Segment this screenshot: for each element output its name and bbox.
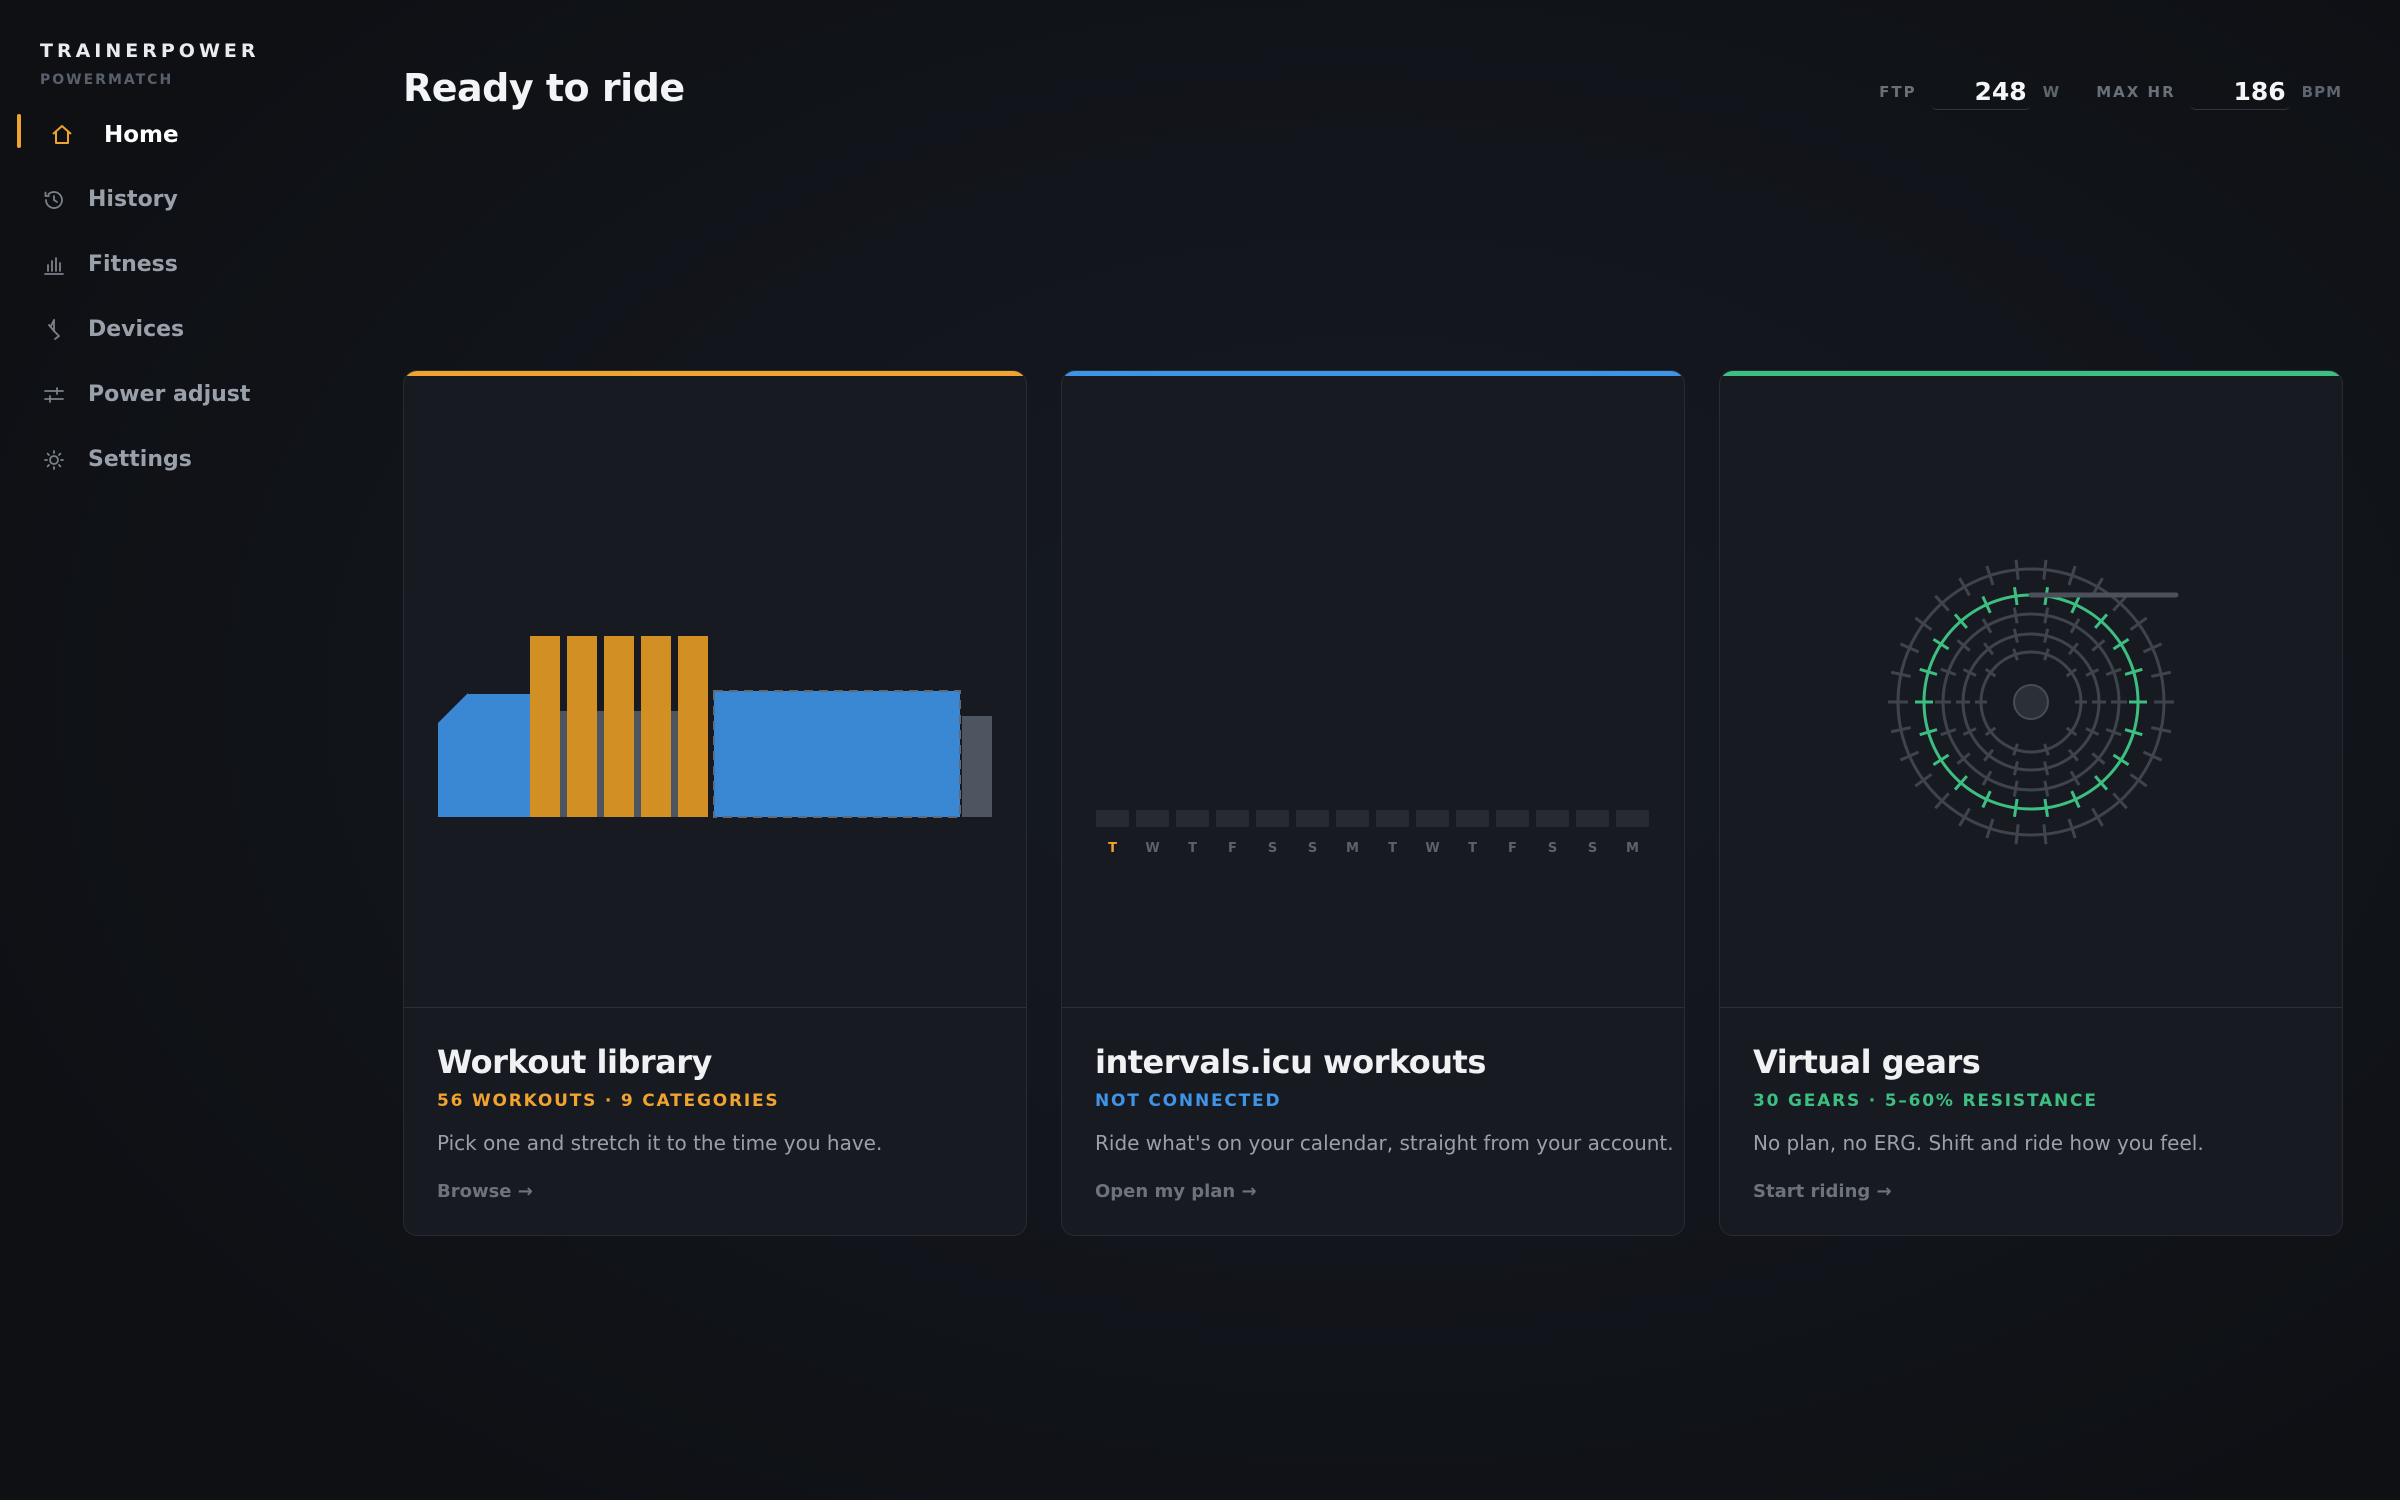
bluetooth-icon [42, 318, 66, 342]
calendar-day-label: F [1508, 841, 1517, 856]
gear-icon [42, 448, 66, 472]
nav-label: Settings [88, 447, 192, 472]
calendar-day-label: S [1308, 841, 1317, 856]
calendar-illustration: TWTFSSMTWTFSSM [1062, 376, 1684, 1008]
calendar-day-label: T [1108, 841, 1117, 856]
brand: TRAINERPOWER POWERMATCH [40, 40, 260, 88]
nav: Home History Fitness Devices Power adjus… [0, 102, 360, 492]
calendar-day-cell [1336, 810, 1369, 827]
calendar-day-cell [1256, 810, 1289, 827]
ftp-unit: W [2042, 83, 2061, 101]
browse-link[interactable]: Browse → [437, 1181, 533, 1202]
card-subtitle: NOT CONNECTED [1095, 1091, 1282, 1111]
calendar-day-label: M [1346, 841, 1359, 856]
calendar-day-label: S [1588, 841, 1597, 856]
nav-item-settings[interactable]: Settings [0, 427, 360, 492]
home-icon [50, 123, 74, 147]
calendar-strip: TWTFSSMTWTFSSM [1096, 810, 1649, 856]
calendar-day-label: T [1188, 841, 1197, 856]
calendar-day-label: M [1626, 841, 1639, 856]
sidebar: TRAINERPOWER POWERMATCH Home History Fit… [0, 0, 360, 1500]
calendar-day-cell [1176, 810, 1209, 827]
page-title: Ready to ride [403, 66, 685, 110]
nav-label: Power adjust [88, 382, 251, 407]
max-hr-label: MAX HR [2096, 83, 2176, 101]
nav-item-home[interactable]: Home [0, 102, 360, 167]
calendar-day-cell [1536, 810, 1569, 827]
calendar-day-cell [1296, 810, 1329, 827]
nav-label: Fitness [88, 252, 178, 277]
nav-item-devices[interactable]: Devices [0, 297, 360, 362]
cassette-gears [1888, 559, 2179, 845]
calendar-day-cell [1576, 810, 1609, 827]
ftp-input[interactable]: 248 [1930, 74, 2031, 110]
card-subtitle: 30 GEARS · 5–60% RESISTANCE [1753, 1091, 2098, 1111]
ftp-label: FTP [1879, 83, 1917, 101]
workout-library-card[interactable]: Workout library 56 WORKOUTS · 9 CATEGORI… [403, 370, 1027, 1236]
open-plan-link[interactable]: Open my plan → [1095, 1181, 1257, 1202]
workout-profile-illustration [404, 376, 1026, 1008]
calendar-day-label: T [1388, 841, 1397, 856]
calendar-day-label: W [1425, 841, 1439, 856]
sliders-icon [42, 383, 66, 407]
history-icon [42, 188, 66, 212]
brand-subtitle: POWERMATCH [40, 72, 174, 88]
nav-item-history[interactable]: History [0, 167, 360, 232]
max-hr-unit: BPM [2301, 83, 2342, 101]
calendar-day-label: S [1548, 841, 1557, 856]
cassette-illustration [1720, 376, 2342, 1008]
card-description: Ride what's on your calendar, straight f… [1095, 1131, 1674, 1155]
nav-label: Devices [88, 317, 185, 342]
calendar-day-label: W [1145, 841, 1159, 856]
bar-chart-icon [42, 253, 66, 277]
card-description: No plan, no ERG. Shift and ride how you … [1753, 1131, 2204, 1155]
calendar-day-cell [1216, 810, 1249, 827]
nav-item-fitness[interactable]: Fitness [0, 232, 360, 297]
nav-label: History [88, 187, 178, 212]
rider-metrics: FTP 248 W MAX HR 186 BPM [1879, 74, 2342, 110]
card-title: intervals.icu workouts [1095, 1043, 1486, 1081]
calendar-day-cell [1456, 810, 1489, 827]
intervals-icu-card[interactable]: T W T F S S M T W T F S S M intervals.icu workouts NO… [1061, 370, 1685, 1236]
calendar-day-cell [1376, 810, 1409, 827]
nav-item-power-adjust[interactable]: Power adjust [0, 362, 360, 427]
calendar-day-label: S [1268, 841, 1277, 856]
card-description: Pick one and stretch it to the time you … [437, 1131, 883, 1155]
calendar-day-label: T [1468, 841, 1477, 856]
card-title: Workout library [437, 1043, 712, 1081]
brand-name: TRAINERPOWER [40, 40, 260, 62]
calendar-day-cell [1416, 810, 1449, 827]
start-riding-link[interactable]: Start riding → [1753, 1181, 1892, 1202]
nav-label: Home [104, 121, 179, 148]
card-subtitle: 56 WORKOUTS · 9 CATEGORIES [437, 1091, 780, 1111]
calendar-day-label: F [1228, 841, 1237, 856]
virtual-gears-card[interactable]: Virtual gears 30 GEARS · 5–60% RESISTANC… [1719, 370, 2343, 1236]
card-title: Virtual gears [1753, 1043, 1981, 1081]
calendar-day-cell [1096, 810, 1129, 827]
calendar-day-cell [1496, 810, 1529, 827]
max-hr-input[interactable]: 186 [2189, 74, 2290, 110]
calendar-day-cell [1136, 810, 1169, 827]
calendar-day-cell [1616, 810, 1649, 827]
